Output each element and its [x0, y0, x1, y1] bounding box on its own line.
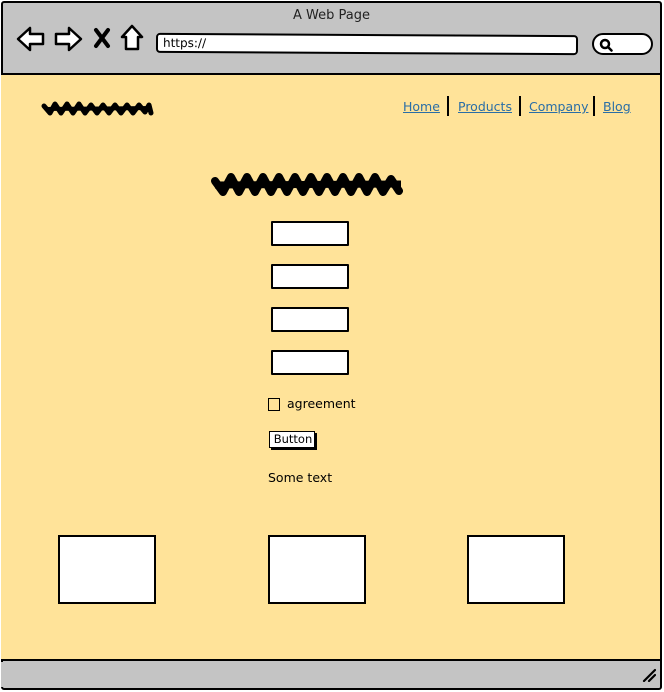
text-field-2[interactable]	[271, 264, 349, 289]
nav-link-company[interactable]: Company	[529, 99, 588, 114]
agreement-checkbox[interactable]	[268, 398, 280, 411]
back-arrow-icon[interactable]	[16, 25, 46, 57]
nav-link-home[interactable]: Home	[403, 99, 440, 114]
text-field-3[interactable]	[271, 307, 349, 332]
nav-link-blog[interactable]: Blog	[603, 99, 631, 114]
close-icon[interactable]	[93, 27, 111, 53]
text-field-1[interactable]	[271, 221, 349, 246]
resize-grip-icon[interactable]	[642, 668, 656, 682]
nav-separator	[447, 96, 449, 116]
heading-placeholder	[211, 173, 403, 196]
agreement-label: agreement	[287, 396, 356, 411]
image-placeholder-2	[268, 535, 366, 604]
submit-button[interactable]: Button	[269, 431, 315, 448]
url-input[interactable]: https://	[155, 32, 579, 56]
nav-separator	[519, 96, 521, 116]
nav-separator	[593, 96, 595, 116]
note-text: Some text	[268, 470, 333, 485]
top-navigation: Home Products Company Blog	[1, 96, 660, 120]
nav-link-products[interactable]: Products	[458, 99, 512, 114]
image-placeholder-3	[467, 535, 565, 604]
home-icon[interactable]	[119, 24, 145, 56]
forward-arrow-icon[interactable]	[53, 25, 83, 57]
search-field[interactable]	[592, 33, 653, 55]
window-title: A Web Page	[293, 8, 370, 23]
image-placeholder-1	[58, 535, 156, 604]
status-bar	[1, 662, 660, 687]
text-field-4[interactable]	[271, 350, 349, 375]
search-icon	[599, 38, 613, 52]
page-content: Home Products Company Blog agreement But…	[1, 73, 660, 661]
